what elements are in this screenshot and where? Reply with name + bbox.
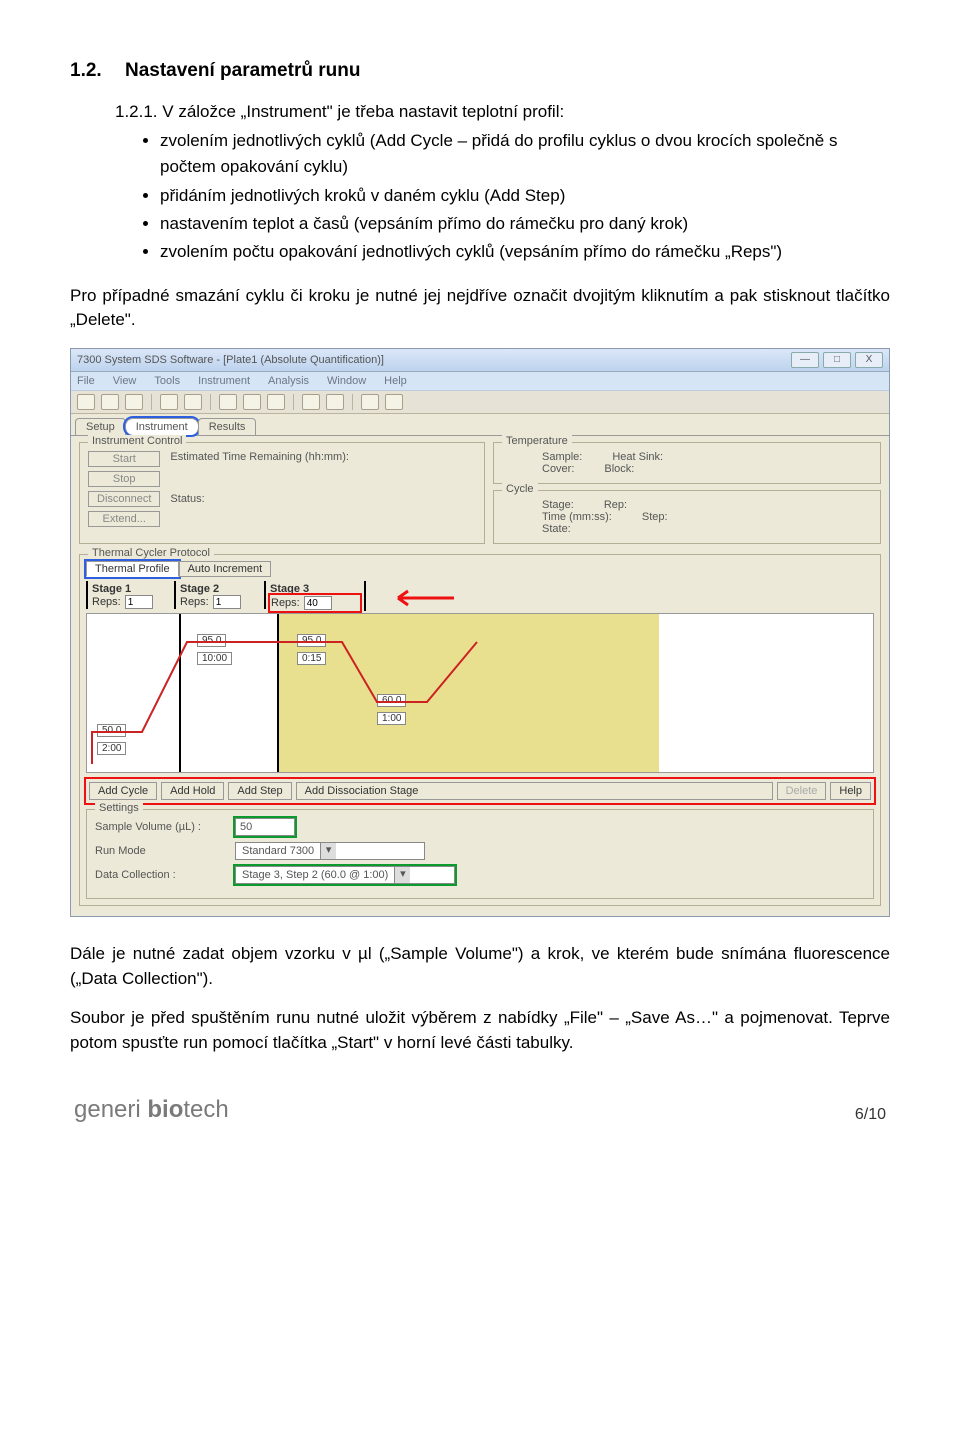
stage-label: Stage: <box>542 499 574 511</box>
run-mode-value: Standard 7300 <box>236 845 320 857</box>
print-icon[interactable] <box>160 394 178 410</box>
window-titlebar: 7300 System SDS Software - [Plate1 (Abso… <box>71 349 889 372</box>
thermal-profile-plot[interactable]: 50.0 2:00 95.0 10:00 95.0 0:15 60.0 1:00 <box>86 613 874 773</box>
data-collection-select[interactable]: Stage 3, Step 2 (60.0 @ 1:00) ▾ <box>235 866 455 884</box>
block-label: Block: <box>604 463 634 475</box>
menu-bar: File View Tools Instrument Analysis Wind… <box>71 372 889 391</box>
application-window: 7300 System SDS Software - [Plate1 (Abso… <box>70 348 890 917</box>
legend: Cycle <box>502 483 538 495</box>
ab-icon[interactable] <box>361 394 379 410</box>
screenshot: 7300 System SDS Software - [Plate1 (Abso… <box>70 348 890 917</box>
tab-thermal-profile[interactable]: Thermal Profile <box>86 561 179 577</box>
bullet-list: zvolením jednotlivých cyklů (Add Cycle –… <box>160 128 890 266</box>
legend: Temperature <box>502 435 572 447</box>
legend: Instrument Control <box>88 435 186 447</box>
help-icon[interactable] <box>385 394 403 410</box>
chevron-down-icon: ▾ <box>394 867 410 883</box>
paragraph: Dále je nutné zadat objem vzorku v µl („… <box>70 942 890 991</box>
legend: Settings <box>95 802 143 814</box>
heading-number: 1.2. <box>70 60 102 81</box>
stop-button[interactable]: Stop <box>88 471 160 487</box>
intro-line: 1.2.1. V záložce „Instrument" je třeba n… <box>115 102 890 122</box>
close-button[interactable]: X <box>855 352 883 368</box>
annotation-arrow-icon <box>386 587 456 615</box>
tab-auto-increment[interactable]: Auto Increment <box>179 561 272 577</box>
delete-button[interactable]: Delete <box>777 782 827 800</box>
section-heading: 1.2. Nastavení parametrů runu <box>70 60 890 82</box>
menu-view[interactable]: View <box>113 375 137 387</box>
window-title: 7300 System SDS Software - [Plate1 (Abso… <box>77 354 384 366</box>
stage-1-reps[interactable] <box>125 595 153 609</box>
step-label: Step: <box>642 511 668 523</box>
brand-logo: generi biotech <box>74 1096 229 1124</box>
main-tabs: Setup Instrument Results <box>71 414 889 435</box>
run-mode-label: Run Mode <box>95 845 225 857</box>
sample-label: Sample: <box>542 451 582 463</box>
protocol-buttons-row: Add Cycle Add Hold Add Step Add Dissocia… <box>86 779 874 803</box>
edit-icon[interactable] <box>243 394 261 410</box>
data-collection-value: Stage 3, Step 2 (60.0 @ 1:00) <box>236 869 394 881</box>
add-step-button[interactable]: Add Step <box>228 782 291 800</box>
etr-label: Estimated Time Remaining (hh:mm): <box>170 451 476 463</box>
add-cycle-button[interactable]: Add Cycle <box>89 782 157 800</box>
start-button[interactable]: Start <box>88 451 160 467</box>
grid-icon[interactable] <box>267 394 285 410</box>
stage-2-label: Stage 2 <box>180 583 260 595</box>
legend: Thermal Cycler Protocol <box>88 547 214 559</box>
minimize-button[interactable]: — <box>791 352 819 368</box>
stage-1-label: Stage 1 <box>92 583 170 595</box>
page-number: 6/10 <box>855 1106 886 1124</box>
heatsink-label: Heat Sink: <box>612 451 663 463</box>
tab-setup[interactable]: Setup <box>75 418 126 435</box>
bullet-item: zvolením jednotlivých cyklů (Add Cycle –… <box>160 128 890 181</box>
heading-text: Nastavení parametrů runu <box>125 60 360 81</box>
stage-3-reps[interactable] <box>304 596 332 610</box>
save-icon[interactable] <box>125 394 143 410</box>
cover-label: Cover: <box>542 463 574 475</box>
new-icon[interactable] <box>77 394 95 410</box>
settings-fieldset: Settings Sample Volume (µL) : 50 Run Mod… <box>86 809 874 899</box>
disconnect-button[interactable]: Disconnect <box>88 491 160 507</box>
bullet-item: přidáním jednotlivých kroků v daném cykl… <box>160 183 890 209</box>
maximize-button[interactable]: □ <box>823 352 851 368</box>
analyze-icon[interactable] <box>326 394 344 410</box>
open-icon[interactable] <box>101 394 119 410</box>
rep-label: Rep: <box>604 499 627 511</box>
tab-results[interactable]: Results <box>198 418 257 435</box>
stage-3-label: Stage 3 <box>270 583 360 595</box>
state-label: State: <box>542 523 571 535</box>
zoom-icon[interactable] <box>219 394 237 410</box>
temperature-fieldset: Temperature Sample: Heat Sink: Cover: Bl… <box>493 442 881 484</box>
run-mode-select[interactable]: Standard 7300 ▾ <box>235 842 425 860</box>
menu-tools[interactable]: Tools <box>154 375 180 387</box>
stage-2-reps[interactable] <box>213 595 241 609</box>
cycle-fieldset: Cycle Stage: Rep: Time (mm:ss): Step: St… <box>493 490 881 544</box>
data-collection-label: Data Collection : <box>95 869 225 881</box>
add-dissociation-button[interactable]: Add Dissociation Stage <box>296 782 773 800</box>
bullet-item: zvolením počtu opakování jednotlivých cy… <box>160 239 890 265</box>
sample-volume-input[interactable]: 50 <box>235 818 295 836</box>
toolbar <box>71 391 889 414</box>
thermal-cycler-protocol: Thermal Cycler Protocol Thermal Profile … <box>79 554 881 906</box>
paragraph: Pro případné smazání cyklu či kroku je n… <box>70 284 890 333</box>
chevron-down-icon: ▾ <box>320 843 336 859</box>
status-label: Status: <box>170 493 476 505</box>
tab-instrument[interactable]: Instrument <box>125 418 199 435</box>
menu-instrument[interactable]: Instrument <box>198 375 250 387</box>
preview-icon[interactable] <box>184 394 202 410</box>
play-icon[interactable] <box>302 394 320 410</box>
time-label: Time (mm:ss): <box>542 511 612 523</box>
stages-header: Stage 1 Reps: Stage 2 Reps: Stage 3 Reps… <box>86 581 874 611</box>
add-hold-button[interactable]: Add Hold <box>161 782 224 800</box>
menu-file[interactable]: File <box>77 375 95 387</box>
sample-volume-label: Sample Volume (µL) : <box>95 821 225 833</box>
help-button[interactable]: Help <box>830 782 871 800</box>
instrument-control-fieldset: Instrument Control Start Stop Disconnect… <box>79 442 485 544</box>
paragraph: Soubor je před spuštěním runu nutné ulož… <box>70 1006 890 1055</box>
menu-window[interactable]: Window <box>327 375 366 387</box>
extend-button[interactable]: Extend... <box>88 511 160 527</box>
menu-analysis[interactable]: Analysis <box>268 375 309 387</box>
menu-help[interactable]: Help <box>384 375 407 387</box>
bullet-item: nastavením teplot a časů (vepsáním přímo… <box>160 211 890 237</box>
